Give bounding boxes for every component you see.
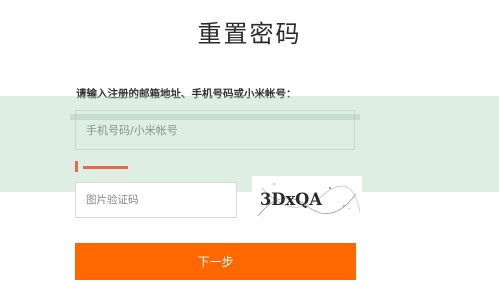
error-mark xyxy=(75,161,78,172)
next-step-button[interactable]: 下一步 xyxy=(75,243,356,280)
account-input[interactable] xyxy=(75,110,355,150)
page-title: 重置密码 xyxy=(197,20,302,48)
captcha-dot xyxy=(329,187,331,189)
instruction-text: 请输入注册的邮箱地址、手机号码或小米帐号： xyxy=(76,88,297,100)
error-message xyxy=(75,160,205,174)
captcha-dot xyxy=(343,205,345,207)
captcha-dot xyxy=(273,183,275,185)
error-text-bar xyxy=(83,166,128,169)
captcha-speck: · xyxy=(348,205,350,213)
captcha-text: 3DxQA xyxy=(260,190,323,210)
captcha-image[interactable]: 3DxQA · · xyxy=(252,176,362,224)
captcha-input[interactable] xyxy=(75,182,237,218)
